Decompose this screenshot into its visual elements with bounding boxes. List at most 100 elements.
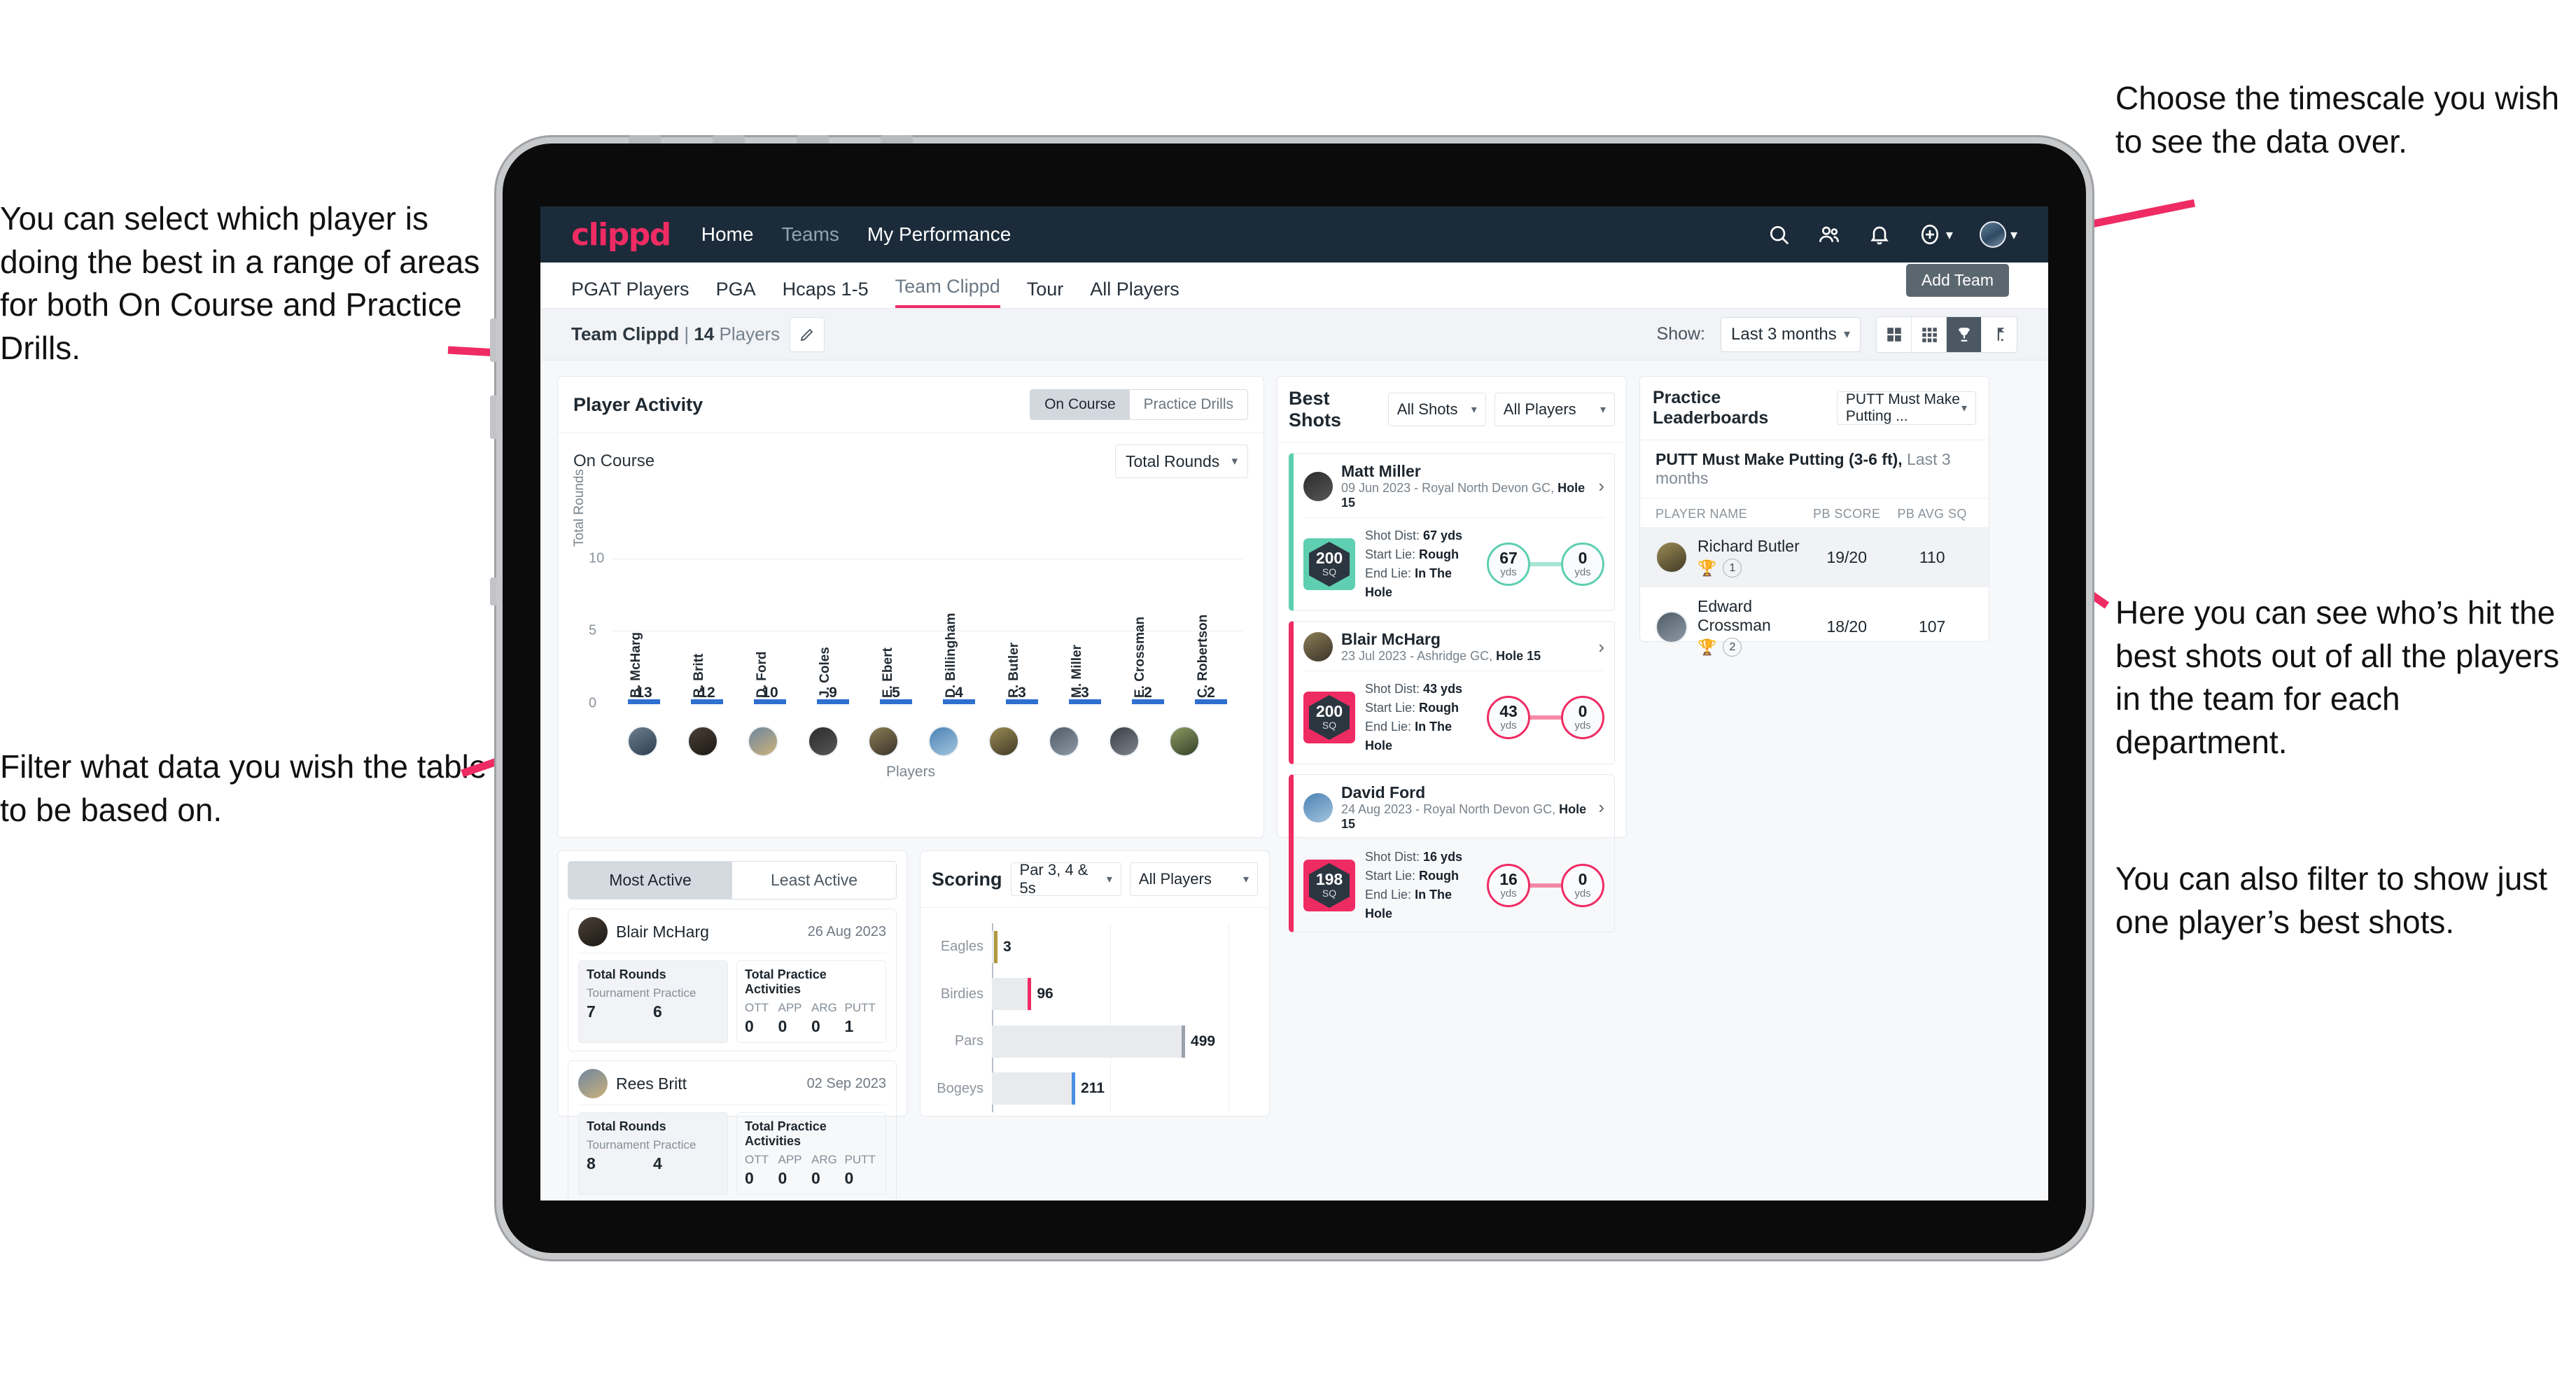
avatar[interactable] bbox=[988, 726, 1019, 757]
scoring-category-label: Bogeys bbox=[937, 1080, 983, 1096]
show-label: Show: bbox=[1656, 324, 1705, 344]
people-icon[interactable] bbox=[1817, 223, 1841, 246]
avatar[interactable] bbox=[868, 726, 899, 757]
table-row[interactable]: 3 M. Miller bbox=[1068, 645, 1102, 704]
table-row[interactable]: Eagles 3 bbox=[933, 923, 1256, 971]
tab-least-active[interactable]: Least Active bbox=[732, 862, 896, 899]
golf-flag-icon[interactable] bbox=[1982, 317, 2017, 352]
best-shot-card[interactable]: David Ford 24 Aug 2023 - Royal North Dev… bbox=[1289, 774, 1615, 932]
scoring-player-select[interactable]: All Players ▾ bbox=[1129, 862, 1258, 896]
end-lie-line: End Lie: In The Hole bbox=[1365, 720, 1452, 752]
best-shot-card[interactable]: Blair McHarg 23 Jul 2023 - Ashridge GC, … bbox=[1289, 621, 1615, 764]
plus-circle-icon[interactable] bbox=[1918, 223, 1942, 246]
bell-icon[interactable] bbox=[1868, 223, 1891, 246]
timescale-select[interactable]: Last 3 months ▾ bbox=[1721, 316, 1861, 352]
chevron-right-icon[interactable]: › bbox=[1598, 797, 1604, 818]
chevron-down-icon: ▾ bbox=[1961, 402, 1967, 414]
start-distance-unit: yds bbox=[1500, 720, 1517, 732]
table-row[interactable]: Birdies 96 bbox=[933, 971, 1256, 1018]
table-row[interactable]: 2 E. Crossman bbox=[1131, 617, 1165, 704]
nav-link-my-performance[interactable]: My Performance bbox=[867, 223, 1011, 246]
best-shots-shot-filter[interactable]: All Shots ▾ bbox=[1387, 393, 1486, 426]
shot-quality-tile: 200 SQ bbox=[1303, 692, 1355, 743]
search-icon[interactable] bbox=[1767, 223, 1791, 246]
table-row[interactable]: 10 D. Ford bbox=[753, 652, 787, 704]
trophy-icon[interactable] bbox=[1947, 316, 1982, 352]
plus-chevron-down-icon[interactable]: ▾ bbox=[1946, 226, 1953, 244]
tab-most-active[interactable]: Most Active bbox=[568, 862, 732, 899]
column-pb-avg-sq: PB AVG SQ bbox=[1897, 507, 1967, 521]
table-row[interactable]: Richard Butler 🏆 1 19/20 110 bbox=[1640, 527, 1989, 587]
table-row[interactable]: 5 E. Ebert bbox=[879, 648, 913, 704]
table-row[interactable]: 9 J. Coles bbox=[816, 647, 850, 704]
chart-y-tick: 10 bbox=[589, 550, 605, 566]
nav-link-teams[interactable]: Teams bbox=[781, 223, 839, 246]
avatar[interactable] bbox=[1169, 726, 1200, 757]
annotation-left-bottom: Filter what data you wish the table to b… bbox=[0, 748, 487, 828]
pb-score-value: 18/20 bbox=[1826, 617, 1868, 636]
add-team-tooltip: Add Team bbox=[1905, 264, 2009, 297]
tab-tour[interactable]: Tour bbox=[1027, 279, 1064, 308]
distance-connector bbox=[1530, 715, 1561, 720]
table-row[interactable]: 12 R. Britt bbox=[690, 654, 724, 704]
leaderboard-player-name: Richard Butler bbox=[1698, 537, 1800, 555]
activity-card[interactable]: Rees Britt 02 Sep 2023 Total Rounds Tour… bbox=[568, 1060, 897, 1200]
practice-value: 0 bbox=[745, 1169, 754, 1187]
toggle-on-course[interactable]: On Course bbox=[1030, 390, 1130, 419]
total-rounds-box: Total Rounds Tournament 8 Practice 4 bbox=[578, 1112, 728, 1195]
avatar[interactable] bbox=[748, 726, 778, 757]
tab-pgat-players[interactable]: PGAT Players bbox=[571, 279, 690, 308]
scoring-par-select[interactable]: Par 3, 4 & 5s ▾ bbox=[1010, 861, 1121, 897]
drill-select[interactable]: PUTT Must Make Putting ... ▾ bbox=[1836, 391, 1976, 425]
avatar[interactable] bbox=[928, 726, 959, 757]
table-row[interactable]: Bogeys 211 bbox=[933, 1065, 1256, 1113]
bar-cap bbox=[690, 699, 724, 704]
pencil-icon[interactable] bbox=[790, 316, 825, 352]
rank-badge: 1 bbox=[1723, 559, 1742, 578]
team-players-word: Players bbox=[719, 323, 780, 344]
activity-card[interactable]: Blair McHarg 26 Aug 2023 Total Rounds To… bbox=[568, 909, 897, 1051]
avatar[interactable] bbox=[1049, 726, 1079, 757]
bar-cap bbox=[816, 699, 850, 704]
metric-select[interactable]: Total Rounds ▾ bbox=[1115, 444, 1248, 478]
grid-9-icon[interactable] bbox=[1912, 316, 1947, 352]
timescale-value: Last 3 months bbox=[1731, 324, 1837, 344]
table-row[interactable]: 2 C. Robertson bbox=[1194, 615, 1228, 704]
table-row[interactable]: 3 R. Butler bbox=[1005, 643, 1039, 704]
avatar[interactable] bbox=[1109, 726, 1140, 757]
avatar[interactable] bbox=[627, 726, 658, 757]
best-shots-player-filter[interactable]: All Players ▾ bbox=[1494, 393, 1615, 426]
avatar[interactable] bbox=[1979, 221, 2006, 248]
tab-all-players[interactable]: All Players bbox=[1090, 279, 1180, 308]
avatar-chevron-down-icon[interactable]: ▾ bbox=[2010, 226, 2017, 244]
avatar[interactable] bbox=[808, 726, 839, 757]
grid-4-icon[interactable] bbox=[1877, 316, 1912, 352]
table-row[interactable]: 4 D. Billingham bbox=[942, 613, 976, 704]
table-row[interactable]: Edward Crossman 🏆 2 18/20 107 bbox=[1640, 587, 1989, 666]
end-distance-value: 0 bbox=[1578, 549, 1588, 567]
device-button-4 bbox=[881, 135, 913, 144]
hexagon-icon: 200 SQ bbox=[1309, 695, 1350, 740]
best-shots-list: Matt Miller 09 Jun 2023 - Royal North De… bbox=[1278, 453, 1626, 932]
shot-quality-unit: SQ bbox=[1322, 720, 1337, 732]
scoring-bar bbox=[992, 930, 997, 963]
chevron-right-icon[interactable]: › bbox=[1598, 636, 1604, 658]
shot-distance-line: Shot Dist: 43 yds bbox=[1365, 682, 1463, 696]
nav-link-home[interactable]: Home bbox=[701, 223, 754, 246]
table-row[interactable]: 13 B. McHarg bbox=[627, 632, 661, 704]
clippd-logo[interactable]: clippd bbox=[571, 217, 671, 253]
tab-hcaps-1-5[interactable]: Hcaps 1-5 bbox=[783, 279, 869, 308]
tab-team-clippd[interactable]: Team Clippd bbox=[895, 276, 1000, 308]
best-shot-card[interactable]: Matt Miller 09 Jun 2023 - Royal North De… bbox=[1289, 453, 1615, 611]
toggle-practice-drills[interactable]: Practice Drills bbox=[1129, 390, 1247, 419]
avatar bbox=[1656, 541, 1688, 573]
chevron-down-icon: ▾ bbox=[1843, 327, 1850, 341]
scoring-chart: Eagles 3 Birdies 96 Pars 499 Bogeys 211 bbox=[933, 923, 1256, 1112]
tab-pga[interactable]: PGA bbox=[716, 279, 756, 308]
bar-category-label: B. McHarg bbox=[628, 632, 643, 698]
table-row[interactable]: Pars 499 bbox=[933, 1018, 1256, 1065]
chevron-down-icon: ▾ bbox=[1242, 874, 1249, 886]
avatar[interactable] bbox=[687, 726, 718, 757]
chevron-right-icon[interactable]: › bbox=[1598, 475, 1604, 497]
device-button-1 bbox=[629, 135, 661, 144]
